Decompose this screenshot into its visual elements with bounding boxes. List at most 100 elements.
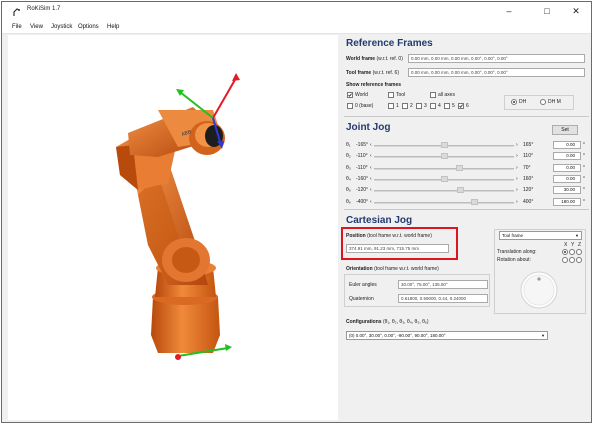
- world-frame-field[interactable]: 0.00 mm, 0.00 mm, 0.00 mm, 0.00°, 0.00°,…: [408, 54, 585, 63]
- step-right-icon[interactable]: ›: [516, 176, 518, 182]
- tool-checkbox[interactable]: [388, 92, 394, 98]
- degree-unit-label: °: [583, 164, 585, 171]
- joint-min-label: -110°: [356, 153, 368, 160]
- joint-value-field[interactable]: 180.00: [553, 197, 581, 206]
- joint-max-label: 110°: [523, 153, 533, 160]
- axis-y-label: Y: [571, 242, 575, 248]
- translate-x-radio[interactable]: [562, 249, 568, 255]
- joint-slider-thumb[interactable]: [440, 142, 448, 148]
- menu-file[interactable]: File: [12, 24, 22, 30]
- joint-slider-thumb[interactable]: [457, 187, 465, 194]
- step-left-icon[interactable]: ‹: [370, 176, 372, 182]
- joint-slider-track[interactable]: [374, 201, 514, 204]
- joint-slider-thumb[interactable]: [471, 198, 479, 205]
- joint-max-label: 165°: [523, 142, 534, 148]
- joint-slider-thumb[interactable]: [440, 153, 448, 160]
- rotate-z-radio[interactable]: [576, 257, 582, 263]
- step-left-icon[interactable]: ‹: [370, 165, 372, 171]
- step-right-icon[interactable]: ›: [516, 142, 518, 148]
- joint-value-field[interactable]: 0.00: [553, 152, 581, 161]
- orientation-label-bold: Orientation: [346, 266, 373, 272]
- configurations-select-value: (0) 0.00°, 30.00°, 0.00°, -90.00°, 90.00…: [349, 333, 446, 338]
- menu-help[interactable]: Help: [107, 24, 119, 30]
- close-button[interactable]: ✕: [569, 5, 583, 17]
- frame-1-label: 1: [396, 103, 399, 109]
- step-left-icon[interactable]: ‹: [370, 199, 372, 205]
- tool-frame-field[interactable]: 0.00 mm, 0.00 mm, 0.00 mm, 0.00°, 0.00°,…: [408, 68, 585, 77]
- position-label-ref: (tool frame w.r.t. world frame): [367, 233, 432, 239]
- frame-3-checkbox[interactable]: [416, 103, 422, 109]
- step-right-icon[interactable]: ›: [516, 165, 518, 171]
- position-field[interactable]: 374.91 mm, 91.23 mm, 715.75 mm: [346, 244, 449, 253]
- dh-convention-group: DH DH M: [504, 95, 574, 110]
- frame-0-label: 0 (base): [355, 103, 374, 109]
- world-checkbox[interactable]: [347, 92, 353, 98]
- joint-slider-thumb[interactable]: [440, 175, 448, 182]
- chevron-down-icon: ▼: [575, 233, 579, 238]
- joint-value-field[interactable]: 30.00: [553, 186, 581, 195]
- dh-modified-radio-label: DH M: [548, 99, 561, 105]
- dh-modified-radio[interactable]: [540, 99, 546, 105]
- frame-2-label: 2: [410, 103, 413, 109]
- joint-slider-thumb[interactable]: [455, 164, 463, 171]
- step-left-icon[interactable]: ‹: [370, 142, 372, 148]
- frame-5-checkbox[interactable]: [444, 103, 450, 109]
- joint-slider-track[interactable]: [374, 190, 514, 193]
- jog-frame-select[interactable]: Tool frame ▼: [499, 231, 582, 240]
- jog-frame-select-value: Tool frame: [502, 233, 524, 238]
- rotate-x-radio[interactable]: [562, 257, 568, 263]
- world-frame-label-bold: World frame: [346, 56, 376, 62]
- joint-value-field[interactable]: 0.00: [553, 141, 581, 149]
- translation-along-label: Translation along:: [497, 249, 537, 255]
- translate-z-radio[interactable]: [576, 249, 582, 255]
- rotate-y-radio[interactable]: [569, 257, 575, 263]
- dh-radio-label: DH: [519, 99, 527, 105]
- menu-options[interactable]: Options: [78, 24, 99, 30]
- step-right-icon[interactable]: ›: [516, 199, 518, 205]
- frame-4-checkbox[interactable]: [430, 103, 436, 109]
- set-joints-button[interactable]: Set: [552, 125, 578, 135]
- joint-value-field[interactable]: 0.00: [553, 163, 581, 172]
- joint-max-label: 400°: [523, 198, 534, 205]
- degree-unit-label: °: [583, 142, 585, 148]
- frame-0-checkbox[interactable]: [347, 103, 353, 109]
- app-logo-icon: [13, 8, 20, 16]
- step-left-icon[interactable]: ‹: [370, 153, 372, 159]
- joint-value-field[interactable]: 0.00: [553, 174, 581, 183]
- step-left-icon[interactable]: ‹: [370, 187, 372, 193]
- all-axes-checkbox[interactable]: [430, 92, 436, 98]
- configurations-select[interactable]: (0) 0.00°, 30.00°, 0.00°, -90.00°, 90.00…: [346, 331, 548, 340]
- configurations-label-bold: Configurations: [346, 319, 382, 325]
- menu-view[interactable]: View: [30, 24, 43, 30]
- axis-x-label: X: [564, 242, 568, 248]
- maximize-button[interactable]: □: [540, 5, 554, 17]
- quaternion-field[interactable]: 0.61800, 0.59000, 0.44, 0.24000: [398, 294, 488, 303]
- step-right-icon[interactable]: ›: [516, 187, 518, 193]
- show-reference-frames-label: Show reference frames: [346, 82, 401, 88]
- frame-6-checkbox[interactable]: [458, 103, 464, 109]
- euler-angles-label: Euler angles: [349, 282, 377, 288]
- degree-unit-label: °: [583, 198, 585, 205]
- step-right-icon[interactable]: ›: [516, 153, 518, 159]
- frame-1-checkbox[interactable]: [388, 103, 394, 109]
- joint-slider-track[interactable]: [374, 167, 514, 170]
- orientation-label-ref: (tool frame w.r.t. world frame): [374, 266, 439, 272]
- joint-label: θ₃: [346, 164, 351, 171]
- world-frame-label: World frame (w.r.t. ref. 0): [346, 56, 403, 62]
- translate-y-radio[interactable]: [569, 249, 575, 255]
- world-frame-label-ref: (w.r.t. ref. 0): [376, 56, 403, 62]
- checkmark-icon: [459, 104, 463, 108]
- dh-radio[interactable]: [511, 99, 517, 105]
- jog-dial[interactable]: [519, 270, 559, 310]
- menu-joystick[interactable]: Joystick: [51, 24, 72, 30]
- frame-2-checkbox[interactable]: [402, 103, 408, 109]
- tool-checkbox-label: Tool: [396, 92, 406, 98]
- joint-label: θ₆: [346, 198, 351, 205]
- frame-4-label: 4: [438, 103, 441, 109]
- frame-3-label: 3: [424, 103, 427, 109]
- world-checkbox-label: World: [355, 92, 368, 98]
- minimize-button[interactable]: –: [502, 5, 516, 17]
- euler-angles-field[interactable]: 30.00°, 75.00°, 135.00°: [398, 280, 488, 289]
- robot-3d-viewport[interactable]: ABB: [8, 35, 338, 420]
- degree-unit-label: °: [583, 187, 585, 194]
